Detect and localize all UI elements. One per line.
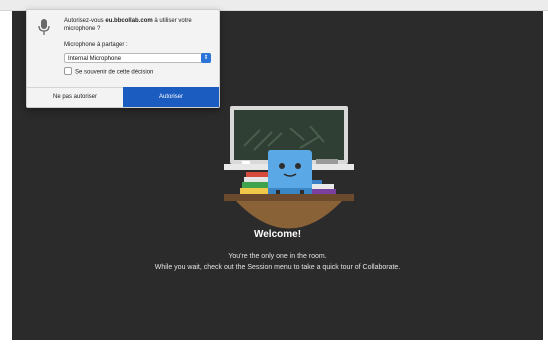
browser-window: Welcome! You're the only one in the room… xyxy=(0,0,548,351)
desk-bowl xyxy=(236,201,342,229)
deny-button[interactable]: Ne pas autoriser xyxy=(27,87,123,107)
microphone-permission-dialog: Autorisez-vous eu.bbcollab.com à utilise… xyxy=(26,9,220,108)
permission-prompt: Autorisez-vous eu.bbcollab.com à utilise… xyxy=(64,17,214,33)
welcome-title: Welcome! xyxy=(253,229,302,240)
prompt-domain: eu.bbcollab.com xyxy=(105,18,153,24)
microphone-icon xyxy=(38,19,50,35)
selected-microphone: Internal Microphone xyxy=(68,56,122,62)
microphone-share-label: Microphone à partager : xyxy=(64,42,128,48)
robot-body xyxy=(268,150,312,192)
remember-decision-label: Se souvenir de cette décision xyxy=(75,69,154,76)
remember-decision-checkbox[interactable] xyxy=(64,67,72,75)
welcome-message-line-2: While you wait, check out the Session me… xyxy=(154,264,401,271)
select-arrow-icon: ⇕ xyxy=(201,53,211,63)
allow-button[interactable]: Autoriser xyxy=(123,87,219,107)
remember-decision-option[interactable]: Se souvenir de cette décision xyxy=(64,67,154,77)
prompt-prefix: Autorisez-vous xyxy=(64,18,106,24)
classroom-illustration xyxy=(224,106,354,229)
desk-top xyxy=(224,194,354,201)
welcome-message-line-1: You're the only one in the room. xyxy=(228,253,327,260)
microphone-select[interactable]: Internal Microphone ⇕ xyxy=(64,53,211,63)
